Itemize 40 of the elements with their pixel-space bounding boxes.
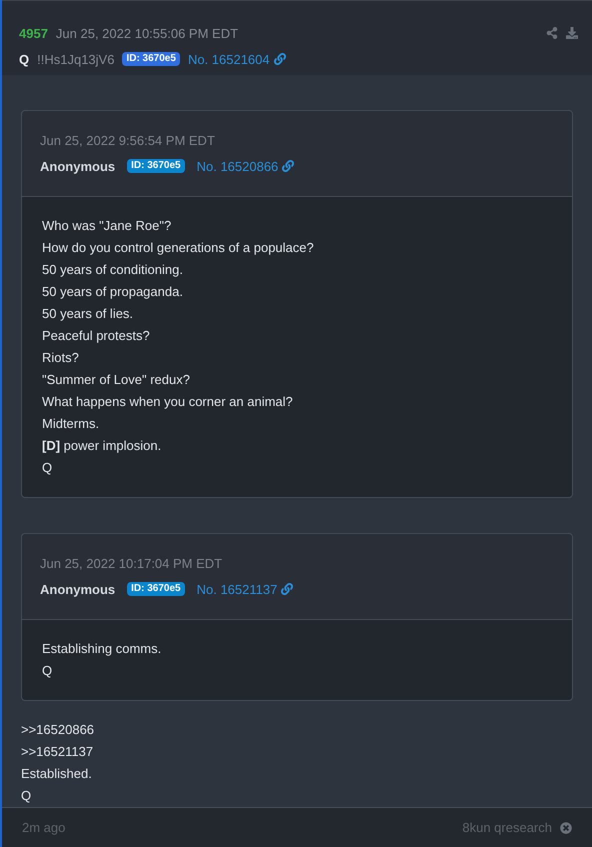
post-text-line: What happens when you corner an animal?: [42, 393, 294, 411]
post-text-line: Q: [42, 662, 54, 680]
id-badge: ID: 3670e5: [127, 159, 185, 174]
post-text-line: [D] power implosion.: [42, 437, 162, 455]
link-icon[interactable]: [282, 160, 294, 172]
post-timestamp: Jun 25, 2022 9:56:54 PM EDT: [40, 132, 216, 150]
post-text-line: Peaceful protests?: [42, 327, 151, 345]
post-text-line: >>16520866: [21, 721, 96, 739]
post-text-line: Q: [21, 787, 32, 805]
post-text-line: >>16521137: [21, 743, 94, 761]
download-icon[interactable]: [566, 27, 578, 39]
post-text-line: 50 years of propaganda.: [42, 283, 184, 301]
share-icon[interactable]: [546, 27, 558, 39]
post-text-line: 50 years of lies.: [42, 305, 134, 323]
post-number-link[interactable]: No. 16521137: [196, 580, 278, 599]
post-number-link[interactable]: No. 16520866: [196, 156, 278, 176]
post-text-line: 50 years of conditioning.: [42, 261, 184, 279]
author-name: Anonymous: [40, 580, 116, 599]
close-icon[interactable]: [560, 822, 572, 834]
post-text-line: How do you control generations of a populace?: [42, 239, 315, 257]
post-text-line: Q: [42, 459, 54, 477]
id-badge: ID: 3670e5: [127, 582, 185, 596]
post-text-line: "Summer of Love" redux?: [42, 371, 191, 389]
post-text-line: Established.: [21, 765, 93, 783]
post-count: 4957: [19, 25, 48, 43]
tripcode: !!Hs1Jq13jV6: [37, 50, 114, 69]
author-name: Anonymous: [40, 158, 116, 176]
post-age: 2m ago: [22, 818, 66, 837]
author-name: Q: [19, 50, 30, 68]
post-text-line: Riots?: [42, 349, 80, 367]
post-text-line: Who was "Jane Roe"?: [42, 217, 172, 235]
source-label: 8kun qresearch: [462, 818, 552, 837]
post-text-line: Establishing comms.: [42, 640, 162, 658]
post-timestamp: Jun 25, 2022 10:55:06 PM EDT: [56, 25, 238, 43]
post-number-link[interactable]: No. 16521604: [188, 50, 270, 69]
post-text-line: Midterms.: [42, 415, 100, 433]
post-timestamp: Jun 25, 2022 10:17:04 PM EDT: [40, 555, 224, 573]
link-icon[interactable]: [274, 53, 286, 66]
link-icon[interactable]: [281, 583, 294, 596]
id-badge: ID: 3670e5: [122, 52, 180, 66]
